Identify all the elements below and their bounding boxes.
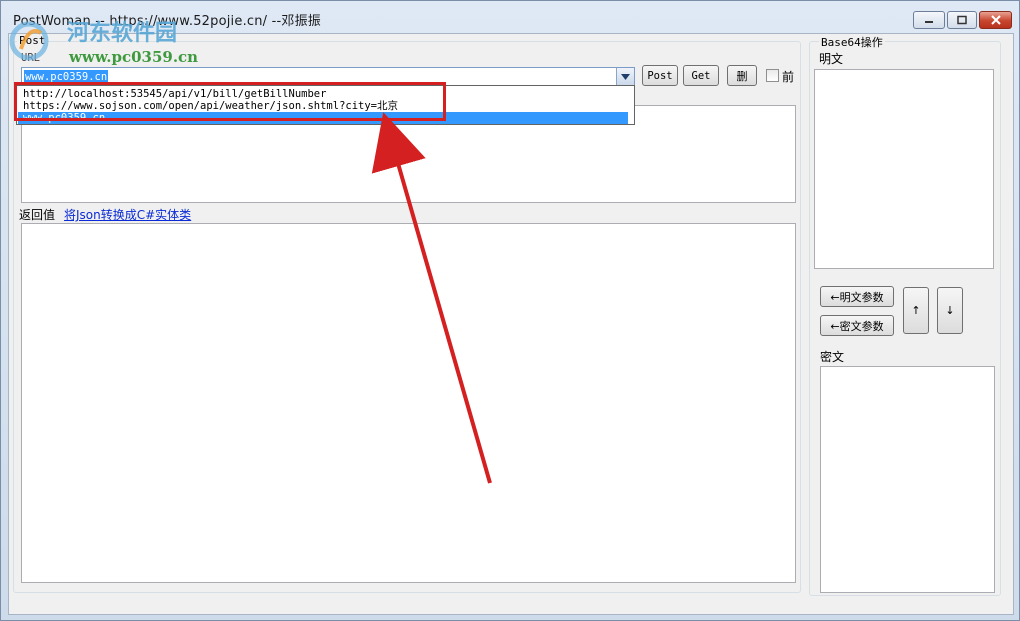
front-checkbox-label: 前 bbox=[782, 70, 795, 84]
maximize-button[interactable] bbox=[947, 11, 977, 29]
delete-button[interactable]: 删 bbox=[727, 65, 757, 86]
url-dropdown-list: http://localhost:53545/api/v1/bill/getBi… bbox=[16, 85, 635, 125]
plain-param-button[interactable]: ←明文参数 bbox=[820, 286, 894, 307]
close-button[interactable] bbox=[979, 11, 1012, 29]
dropdown-item[interactable]: http://localhost:53545/api/v1/bill/getBi… bbox=[18, 88, 628, 100]
up-button[interactable]: ↑ bbox=[903, 287, 929, 334]
maximize-icon bbox=[957, 15, 967, 25]
plaintext-label: 明文 bbox=[819, 52, 844, 66]
close-icon bbox=[990, 15, 1001, 25]
app-window: PostWoman -- https://www.52pojie.cn/ --邓… bbox=[0, 0, 1020, 621]
down-button[interactable]: ↓ bbox=[937, 287, 963, 334]
dropdown-item[interactable]: https://www.sojson.com/open/api/weather/… bbox=[18, 100, 628, 112]
url-combobox-value: www.pc0359.cn bbox=[24, 70, 109, 84]
minimize-button[interactable] bbox=[913, 11, 945, 29]
post-button[interactable]: Post bbox=[642, 65, 678, 86]
combobox-dropdown-button[interactable] bbox=[616, 68, 634, 86]
cipher-param-button[interactable]: ←密文参数 bbox=[820, 315, 894, 336]
watermark-site-url: www.pc0359.cn bbox=[69, 48, 199, 66]
url-combobox[interactable]: www.pc0359.cn bbox=[21, 67, 635, 87]
front-checkbox[interactable] bbox=[766, 69, 779, 82]
minimize-icon bbox=[925, 21, 933, 23]
chevron-down-icon bbox=[621, 74, 630, 80]
get-button[interactable]: Get bbox=[683, 65, 719, 86]
plaintext-textbox[interactable] bbox=[814, 69, 994, 269]
watermark-logo-icon bbox=[9, 21, 49, 61]
response-textbox[interactable] bbox=[21, 223, 796, 583]
dropdown-item-selected[interactable]: www.pc0359.cn bbox=[18, 112, 628, 124]
watermark-site-name: 河东软件园 bbox=[67, 20, 178, 46]
ciphertext-label: 密文 bbox=[820, 350, 845, 364]
response-label: 返回值 bbox=[19, 208, 56, 222]
base64-group-label: Base64操作 bbox=[819, 34, 885, 50]
convert-json-link[interactable]: 将Json转换成C#实体类 bbox=[64, 206, 191, 223]
ciphertext-textbox[interactable] bbox=[820, 366, 995, 593]
